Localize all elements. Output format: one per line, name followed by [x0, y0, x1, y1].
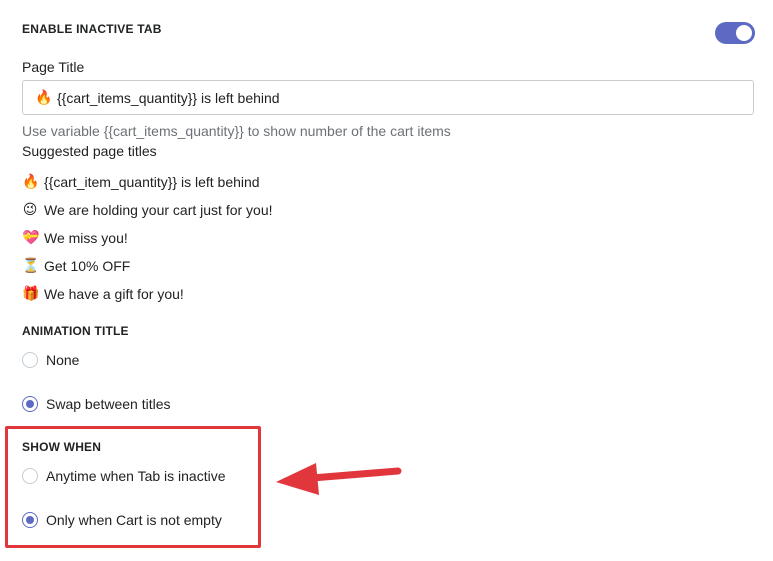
- suggestion-item[interactable]: 🔥 {{cart_item_quantity}} is left behind: [22, 173, 260, 190]
- radio-button[interactable]: [22, 396, 38, 412]
- animation-title-heading: ANIMATION TITLE: [22, 324, 129, 338]
- radio-label: Swap between titles: [46, 396, 171, 412]
- annotation-arrow-icon: [276, 463, 402, 495]
- suggestion-label: We miss you!: [44, 229, 128, 246]
- animation-swap-option[interactable]: Swap between titles: [22, 396, 171, 412]
- enable-inactive-tab-heading: ENABLE INACTIVE TAB: [22, 22, 162, 36]
- page-title-label: Page Title: [22, 59, 85, 75]
- suggestion-item[interactable]: ⏳ Get 10% OFF: [22, 257, 130, 274]
- suggestion-item[interactable]: 😉 We are holding your cart just for you!: [22, 201, 273, 218]
- fire-icon: 🔥: [22, 173, 40, 189]
- suggestion-item[interactable]: 💝 We miss you!: [22, 229, 128, 246]
- suggestion-label: {{cart_item_quantity}} is left behind: [44, 173, 260, 190]
- hourglass-icon: ⏳: [22, 257, 40, 273]
- suggestion-label: Get 10% OFF: [44, 257, 131, 274]
- animation-none-option[interactable]: None: [22, 352, 79, 368]
- radio-label: None: [46, 352, 80, 368]
- suggestion-label: We have a gift for you!: [44, 285, 184, 302]
- gift-icon: 🎁: [22, 285, 40, 301]
- suggested-titles-heading: Suggested page titles: [22, 143, 157, 159]
- enable-inactive-tab-toggle[interactable]: [715, 22, 755, 44]
- suggestion-item[interactable]: 🎁 We have a gift for you!: [22, 285, 184, 302]
- page-title-value: {{cart_items_quantity}} is left behind: [57, 89, 280, 106]
- fire-icon: 🔥: [35, 89, 53, 105]
- toggle-knob: [736, 25, 752, 41]
- page-title-input[interactable]: 🔥 {{cart_items_quantity}} is left behind: [22, 80, 754, 115]
- suggestion-label: We are holding your cart just for you!: [44, 201, 273, 218]
- heart-icon: 💝: [22, 229, 40, 245]
- wink-face-icon: 😉: [22, 201, 38, 217]
- annotation-highlight-box: [5, 426, 261, 548]
- radio-button[interactable]: [22, 352, 38, 368]
- page-title-help-text: Use variable {{cart_items_quantity}} to …: [22, 123, 451, 139]
